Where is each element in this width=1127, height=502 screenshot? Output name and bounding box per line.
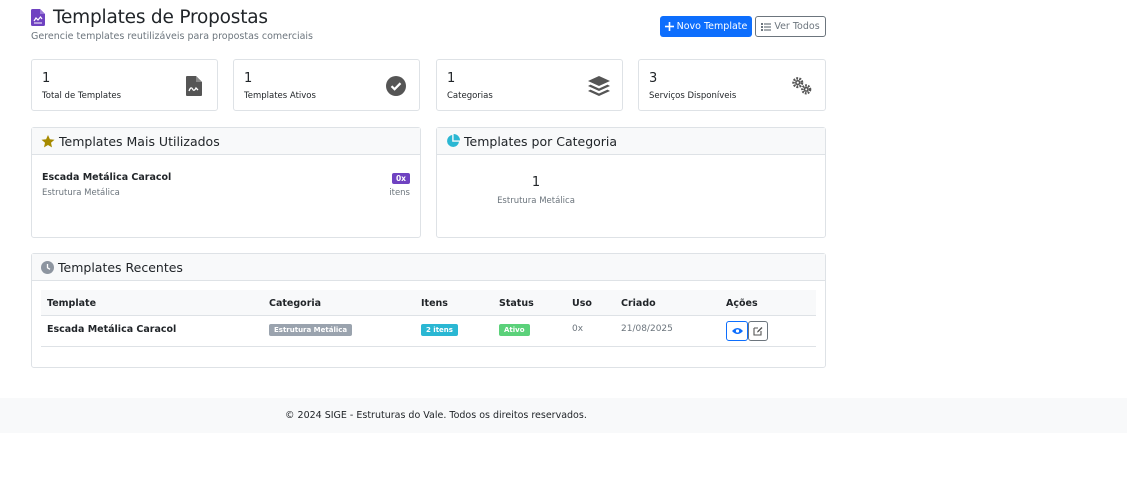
- clock-icon: [41, 260, 54, 274]
- stat-card-total-templates: 1 Total de Templates: [31, 59, 218, 111]
- most-used-item-category: Estrutura Metálica: [42, 188, 120, 198]
- template-name: Escada Metálica Caracol: [47, 324, 177, 335]
- page-header: Templates de Propostas Gerencie template…: [31, 0, 826, 54]
- edit-template-button[interactable]: [748, 321, 768, 341]
- status-badge: Ativo: [499, 324, 530, 336]
- items-badge: 2 itens: [421, 324, 458, 336]
- cogs-icon: [791, 75, 813, 97]
- column-header-template: Template: [47, 298, 97, 309]
- column-header-category: Categoria: [269, 298, 322, 309]
- stat-card-services: 3 Serviços Disponíveis: [638, 59, 826, 111]
- view-template-button[interactable]: [726, 321, 748, 341]
- edit-icon: [753, 327, 763, 336]
- usage-value: 0x: [572, 324, 584, 334]
- panel-title: Templates Recentes: [58, 259, 183, 275]
- recent-templates-table: Template Categoria Itens Status Uso Cria…: [41, 290, 816, 347]
- category-badge: Estrutura Metálica: [269, 324, 353, 336]
- table-row: Escada Metálica Caracol Estrutura Metáli…: [41, 316, 816, 347]
- view-all-button[interactable]: Ver Todos: [755, 16, 826, 37]
- stat-value: 1: [447, 71, 456, 86]
- column-header-created: Criado: [621, 298, 656, 309]
- usage-unit: itens: [389, 188, 410, 198]
- table-header: Template Categoria Itens Status Uso Cria…: [41, 290, 816, 316]
- created-date: 21/08/2025: [621, 324, 673, 334]
- star-icon: [41, 134, 55, 147]
- stat-label: Templates Ativos: [244, 91, 316, 101]
- stat-value: 1: [42, 71, 51, 86]
- new-template-button[interactable]: Novo Template: [660, 16, 752, 37]
- column-header-actions: Ações: [726, 298, 758, 309]
- stat-label: Categorias: [447, 91, 493, 101]
- stat-card-categories: 1 Categorias: [436, 59, 623, 111]
- pie-chart-icon: [447, 134, 460, 147]
- plus-icon: [664, 22, 674, 31]
- panel-title: Templates Mais Utilizados: [59, 133, 220, 149]
- eye-icon: [731, 328, 743, 334]
- panel-header: Templates por Categoria: [437, 128, 825, 155]
- stat-card-active-templates: 1 Templates Ativos: [233, 59, 420, 111]
- category-name: Estrutura Metálica: [497, 196, 575, 206]
- file-signature-icon: [183, 75, 205, 97]
- new-template-label: Novo Template: [676, 21, 748, 32]
- main-container: Templates de Propostas Gerencie template…: [31, 0, 826, 368]
- column-header-status: Status: [499, 298, 534, 309]
- category-count: 1: [531, 175, 541, 190]
- footer-copyright: © 2024 SIGE - Estruturas do Vale. Todos …: [285, 410, 587, 421]
- column-header-usage: Uso: [572, 298, 592, 309]
- panel-header: Templates Mais Utilizados: [32, 128, 420, 155]
- list-icon: [761, 22, 772, 31]
- view-all-label: Ver Todos: [774, 21, 820, 32]
- stat-value: 3: [649, 71, 658, 86]
- check-circle-icon: [385, 75, 407, 97]
- most-used-panel: Templates Mais Utilizados Escada Metálic…: [31, 127, 421, 238]
- panel-header: Templates Recentes: [32, 254, 825, 281]
- page-footer: © 2024 SIGE - Estruturas do Vale. Todos …: [0, 398, 1127, 433]
- layers-icon: [588, 75, 610, 97]
- stat-label: Total de Templates: [42, 91, 122, 101]
- usage-badge: 0x: [391, 173, 410, 184]
- panel-title: Templates por Categoria: [464, 133, 618, 149]
- by-category-panel: Templates por Categoria 1 Estrutura Metá…: [436, 127, 826, 238]
- most-used-item-name: Escada Metálica Caracol: [42, 172, 172, 183]
- page-subtitle: Gerencie templates reutilizáveis para pr…: [31, 31, 313, 42]
- stat-value: 1: [244, 71, 253, 86]
- page-title: Templates de Propostas: [53, 7, 268, 28]
- stat-label: Serviços Disponíveis: [649, 91, 737, 101]
- column-header-items: Itens: [421, 298, 448, 309]
- recent-templates-panel: Templates Recentes Template Categoria It…: [31, 253, 826, 368]
- file-contract-icon: [31, 9, 45, 26]
